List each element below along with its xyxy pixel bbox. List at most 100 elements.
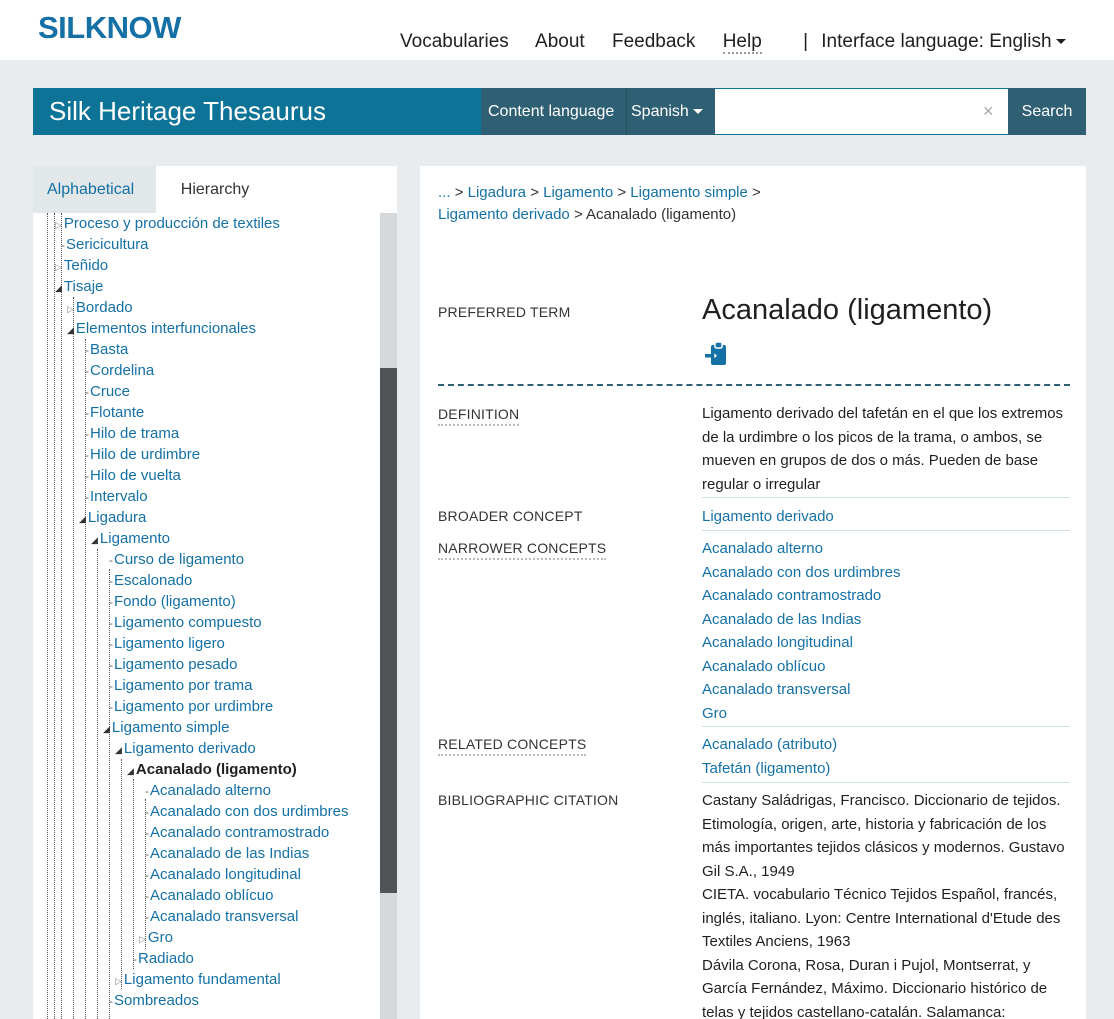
- expanded-icon: ◢: [103, 724, 110, 734]
- broader-concept-link[interactable]: Ligamento derivado: [702, 505, 1072, 529]
- tree-item[interactable]: ◢ Ligamento: [91, 528, 170, 549]
- content-language-value: Spanish: [631, 103, 689, 120]
- tree-item[interactable]: -Flotante: [85, 402, 144, 423]
- tree-item[interactable]: ▷ Proceso y producción de textiles: [55, 213, 280, 234]
- divider: [702, 530, 1070, 531]
- narrower-concept-link[interactable]: Acanalado contramostrado: [702, 584, 1072, 608]
- tree-item[interactable]: -Ligamento por urdimbre: [109, 696, 273, 717]
- interface-language-select[interactable]: English: [989, 31, 1066, 52]
- tree-item[interactable]: ◢ Ligamento simple: [103, 717, 229, 738]
- search-button[interactable]: Search: [1008, 88, 1086, 135]
- scrollbar-thumb[interactable]: [380, 368, 397, 893]
- tree-item[interactable]: -Cruce: [85, 381, 130, 402]
- tree-item[interactable]: -Acanalado alterno: [145, 780, 271, 801]
- broader-concept-label: BROADER CONCEPT: [438, 508, 583, 524]
- tree-item[interactable]: -Basta: [85, 339, 128, 360]
- content-language-label: Content language: [481, 88, 626, 135]
- header-band: Silk Heritage Thesaurus Content language…: [33, 88, 1086, 135]
- tree-guide-line: [97, 549, 98, 1019]
- tree-item[interactable]: -Ligamento por trama: [109, 675, 252, 696]
- narrower-concept-link[interactable]: Acanalado transversal: [702, 678, 1072, 702]
- tree-item[interactable]: ▷ Gro: [139, 927, 173, 948]
- tree-item[interactable]: -Cordelina: [85, 360, 154, 381]
- narrower-concepts-label: NARROWER CONCEPTS: [438, 540, 607, 560]
- tree-item[interactable]: -Fondo (ligamento): [109, 591, 236, 612]
- hierarchy-tree: ▷ Proceso y producción de textiles -Seric…: [33, 213, 380, 1019]
- tree-item[interactable]: -Intervalo: [85, 486, 148, 507]
- narrower-concept-link[interactable]: Acanalado alterno: [702, 537, 1072, 561]
- bibliographic-citation-label: BIBLIOGRAPHIC CITATION: [438, 792, 619, 808]
- breadcrumb-link[interactable]: Ligadura: [468, 184, 526, 201]
- tree-item[interactable]: -Acanalado con dos urdimbres: [145, 801, 348, 822]
- tree-item[interactable]: -Acanalado oblícuo: [145, 885, 273, 906]
- clipboard-icon[interactable]: [705, 341, 729, 372]
- narrower-concept-link[interactable]: Gro: [702, 702, 1072, 726]
- nav-help[interactable]: Help: [722, 31, 762, 54]
- tree-item[interactable]: ◢ Ligadura: [79, 507, 146, 528]
- nav-about[interactable]: About: [535, 31, 585, 52]
- concept-panel: ... > Ligadura > Ligamento > Ligamento s…: [420, 166, 1086, 1019]
- tab-alphabetical[interactable]: Alphabetical: [33, 166, 156, 213]
- top-bar: SILKNOW Vocabularies About Feedback Help…: [0, 0, 1114, 60]
- tree-item[interactable]: -Sombreados: [109, 990, 199, 1011]
- tree-item[interactable]: ◢ Ligamento derivado: [115, 738, 256, 759]
- nav-feedback[interactable]: Feedback: [612, 31, 695, 52]
- tree-item[interactable]: -Acanalado transversal: [145, 906, 298, 927]
- breadcrumb: ... > Ligadura > Ligamento > Ligamento s…: [438, 184, 761, 223]
- content-language-select[interactable]: Spanish: [626, 88, 715, 135]
- narrower-concept-link[interactable]: Acanalado con dos urdimbres: [702, 561, 1072, 585]
- tree-item[interactable]: -Curso de ligamento: [109, 549, 244, 570]
- breadcrumb-link[interactable]: Ligamento simple: [630, 184, 748, 201]
- site-title[interactable]: Silk Heritage Thesaurus: [49, 96, 326, 127]
- definition-label: DEFINITION: [438, 406, 520, 426]
- definition-text: Ligamento derivado del tafetán en el que…: [702, 405, 1064, 493]
- interface-language-label: Interface language:: [821, 31, 984, 52]
- tree-item[interactable]: ◢ Tisaje: [55, 276, 103, 297]
- breadcrumb-link[interactable]: Ligamento: [543, 184, 613, 201]
- related-concept-link[interactable]: Acanalado (atributo): [702, 733, 1072, 757]
- narrower-concepts-list: Acanalado alterno Acanalado con dos urdi…: [702, 537, 1072, 725]
- narrower-concept-link[interactable]: Acanalado de las Indias: [702, 608, 1072, 632]
- silknow-logo[interactable]: SILKNOW: [38, 10, 181, 46]
- sidebar-tabs: Alphabetical Hierarchy: [33, 166, 397, 213]
- expanded-icon: ◢: [67, 325, 74, 335]
- tree-item[interactable]: -Radiado: [133, 948, 194, 969]
- search-input[interactable]: [715, 89, 1008, 134]
- sidebar: Alphabetical Hierarchy ▷ Proceso y produc…: [33, 166, 397, 1019]
- sidebar-scrollbar[interactable]: [380, 213, 397, 1019]
- preferred-term-label: PREFERRED TERM: [438, 304, 571, 320]
- narrower-concept-link[interactable]: Acanalado oblícuo: [702, 655, 1072, 679]
- tree-item[interactable]: ▷ Teñido: [55, 255, 108, 276]
- tree-item[interactable]: ◢ Elementos interfuncionales: [67, 318, 256, 339]
- tree-item[interactable]: -Hilo de vuelta: [85, 465, 181, 486]
- tree-item[interactable]: -Hilo de urdimbre: [85, 444, 200, 465]
- tree-item[interactable]: -Sericicultura: [61, 234, 149, 255]
- tree-item-current[interactable]: ◢ Acanalado (ligamento): [127, 759, 297, 780]
- preferred-term: Acanalado (ligamento): [702, 294, 993, 326]
- tree-item[interactable]: -Ligamento pesado: [109, 654, 237, 675]
- related-concepts-label: RELATED CONCEPTS: [438, 736, 587, 756]
- related-concepts-list: Acanalado (atributo) Tafetán (ligamento): [702, 733, 1072, 780]
- tree-item[interactable]: ▷ Ligamento fundamental: [115, 969, 281, 990]
- collapsed-icon: ▷: [55, 220, 62, 230]
- close-icon[interactable]: ×: [983, 101, 994, 122]
- divider: [702, 497, 1070, 498]
- breadcrumb-current: Acanalado (ligamento): [586, 206, 737, 223]
- narrower-concept-link[interactable]: Acanalado longitudinal: [702, 631, 1072, 655]
- interface-language-value: English: [989, 31, 1052, 52]
- breadcrumb-ellipsis[interactable]: ...: [438, 184, 451, 201]
- tree-item[interactable]: -Acanalado longitudinal: [145, 864, 301, 885]
- breadcrumb-link[interactable]: Ligamento derivado: [438, 206, 570, 223]
- tree-item[interactable]: -Acanalado contramostrado: [145, 822, 329, 843]
- tree-item[interactable]: ▷ Bordado: [67, 297, 133, 318]
- tree-item[interactable]: -Ligamento ligero: [109, 633, 225, 654]
- nav-vocabularies[interactable]: Vocabularies: [400, 31, 509, 52]
- tree-item[interactable]: -Acanalado de las Indias: [145, 843, 309, 864]
- tree-item[interactable]: -Escalonado: [109, 570, 192, 591]
- tab-hierarchy[interactable]: Hierarchy: [156, 166, 274, 213]
- tree-item[interactable]: -Hilo de trama: [85, 423, 179, 444]
- expanded-icon: ◢: [55, 283, 62, 293]
- divider: [702, 726, 1070, 727]
- tree-item[interactable]: -Ligamento compuesto: [109, 612, 262, 633]
- related-concept-link[interactable]: Tafetán (ligamento): [702, 757, 1072, 781]
